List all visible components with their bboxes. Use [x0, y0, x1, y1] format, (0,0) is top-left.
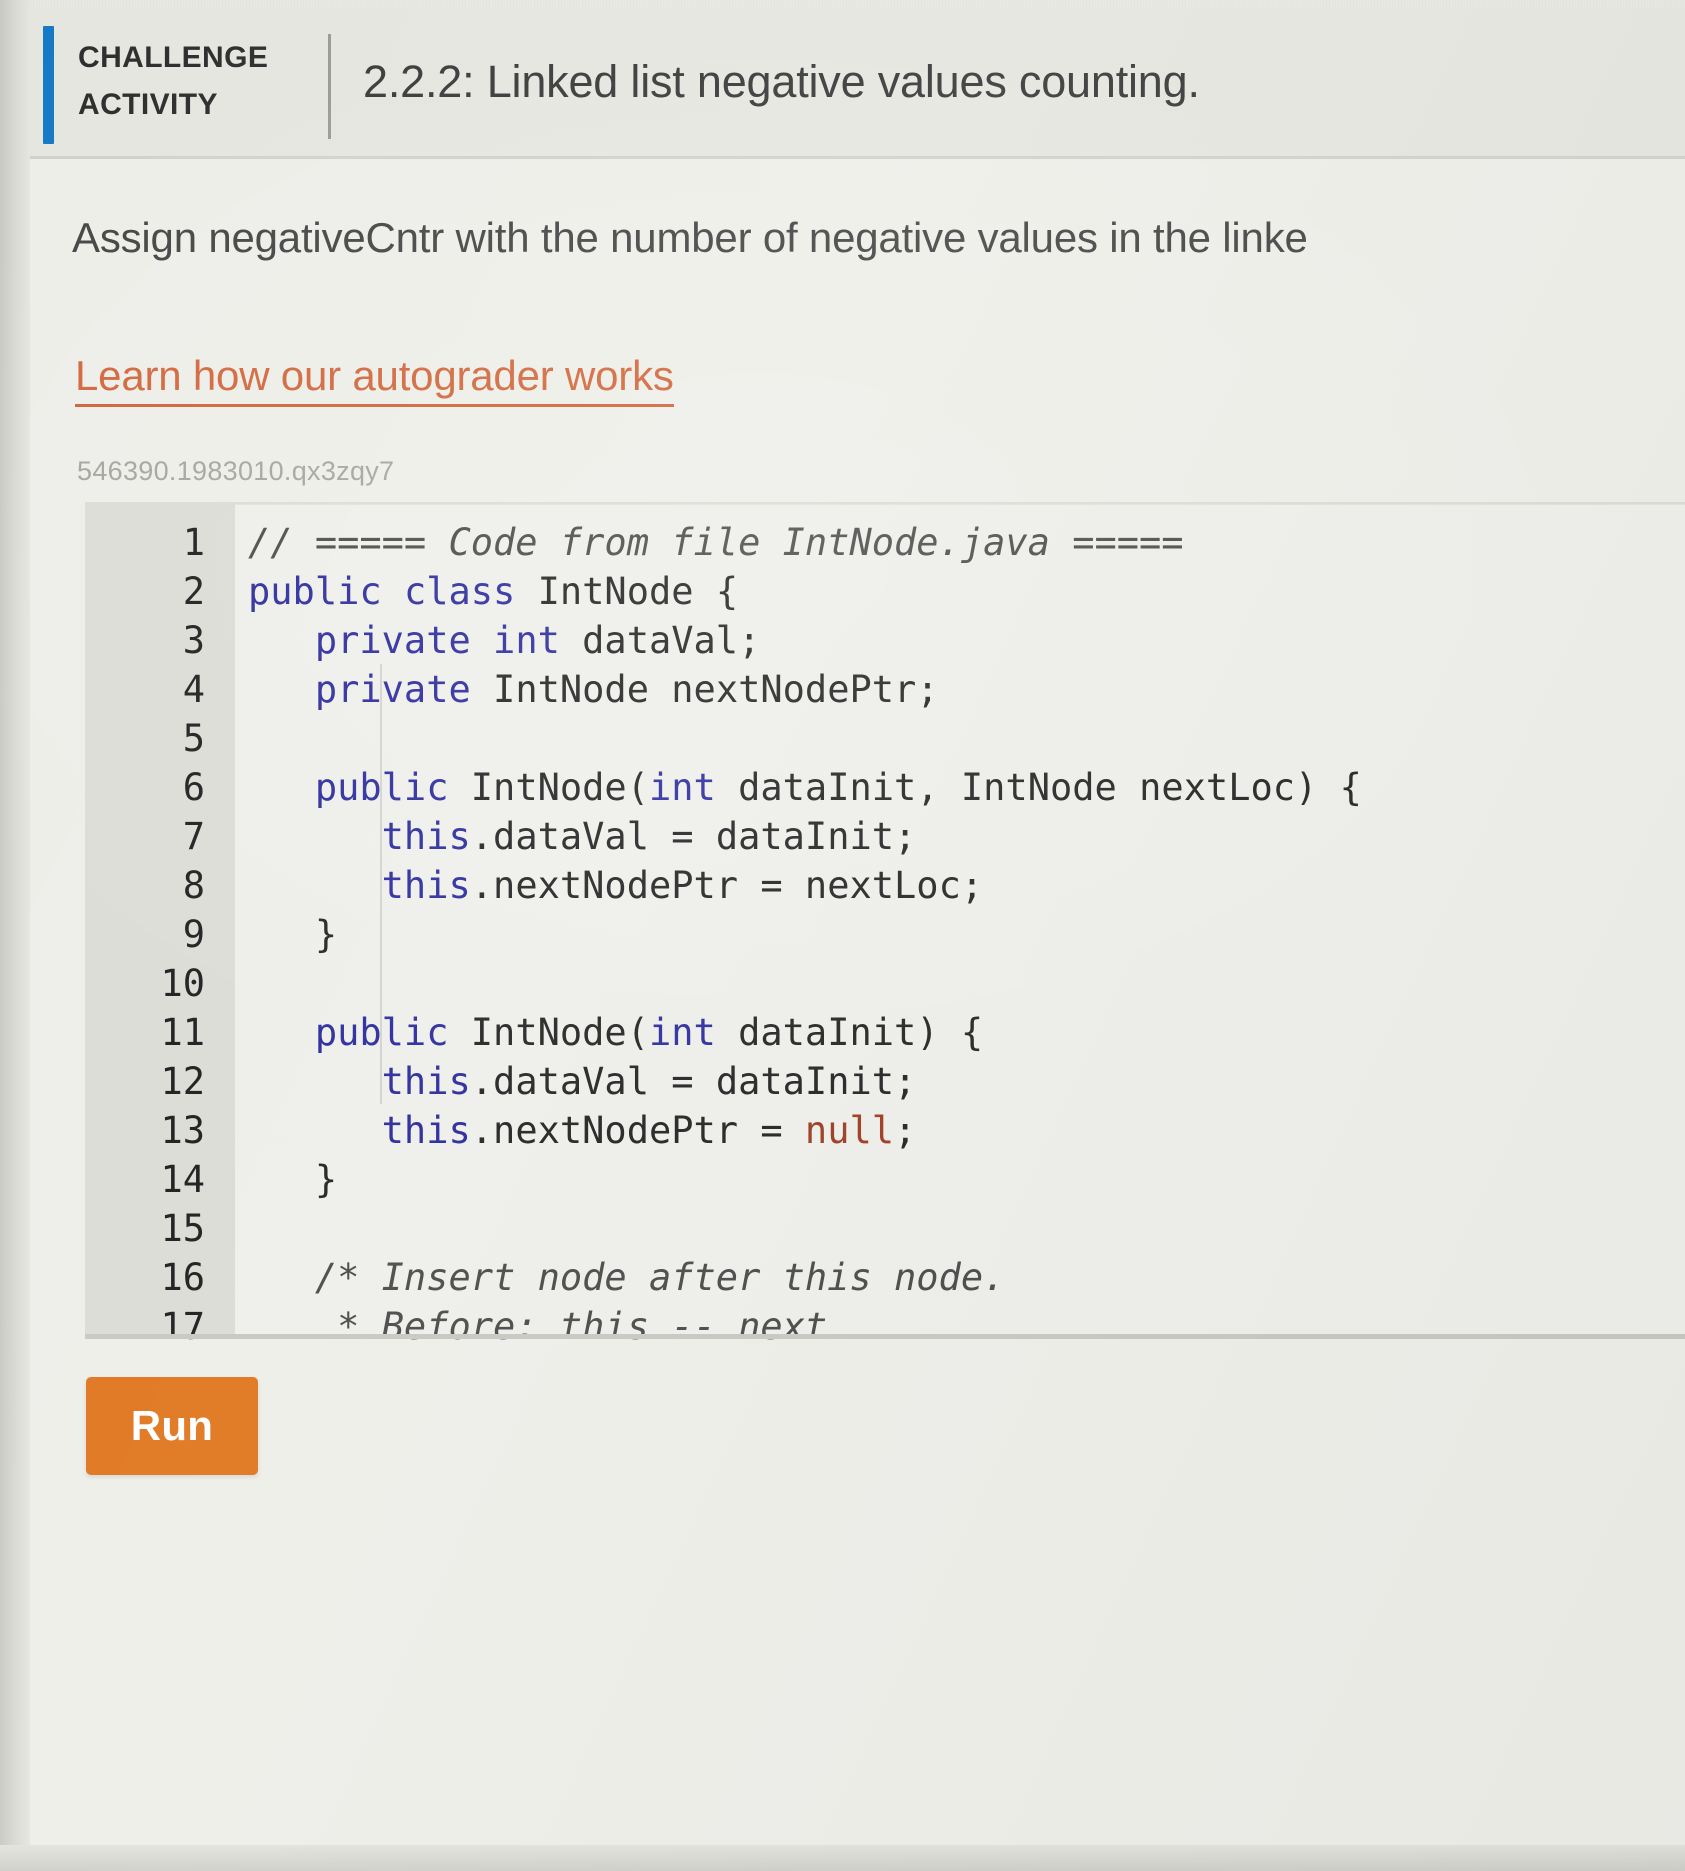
activity-id-label: 546390.1983010.qx3zqy7 [77, 456, 395, 486]
code-line-text[interactable]: /* Insert node after this node. [248, 1253, 1006, 1302]
code-line[interactable]: 13 this.nextNodePtr = null; [85, 1106, 1685, 1155]
editor-bottom-border [85, 1334, 1685, 1339]
code-line-number: 17 [160, 1305, 205, 1348]
activity-header: CHALLENGE ACTIVITY 2.2.2: Linked list ne… [30, 8, 1685, 156]
kicker-line-activity: ACTIVITY [78, 88, 218, 121]
code-line-number: 14 [160, 1158, 205, 1201]
code-line-number: 3 [182, 619, 205, 662]
header-accent-bar [43, 26, 54, 144]
code-line-text[interactable]: private int dataVal; [248, 616, 761, 665]
page-bottom-edge [0, 1845, 1685, 1871]
code-line-number: 2 [182, 570, 205, 613]
code-line-text[interactable]: this.nextNodePtr = null; [248, 1106, 917, 1155]
code-line-text[interactable]: private IntNode nextNodePtr; [248, 665, 939, 714]
code-line[interactable]: 11 public IntNode(int dataInit) { [85, 1008, 1685, 1057]
code-line[interactable]: 3 private int dataVal; [85, 616, 1685, 665]
activity-page: CHALLENGE ACTIVITY 2.2.2: Linked list ne… [0, 0, 1685, 1871]
code-line-text[interactable]: this.nextNodePtr = nextLoc; [248, 861, 983, 910]
code-line[interactable]: 10 [85, 959, 1685, 1008]
code-line[interactable]: 15 [85, 1204, 1685, 1253]
run-button[interactable]: Run [86, 1377, 258, 1475]
code-line-number: 1 [182, 521, 205, 564]
code-line-text[interactable]: public class IntNode { [248, 567, 738, 616]
code-line[interactable]: 8 this.nextNodePtr = nextLoc; [85, 861, 1685, 910]
code-line[interactable]: 1 // ===== Code from file IntNode.java ==… [85, 518, 1685, 567]
code-line-number: 9 [182, 913, 205, 956]
code-line[interactable]: 14 } [85, 1155, 1685, 1204]
code-line-text[interactable]: public IntNode(int dataInit) { [248, 1008, 983, 1057]
code-line-number: 8 [182, 864, 205, 907]
code-line-text[interactable]: // ===== Code from file IntNode.java ===… [248, 518, 1184, 567]
code-line-number: 16 [160, 1256, 205, 1299]
header-divider [328, 34, 331, 139]
code-line-number: 7 [182, 815, 205, 858]
code-line[interactable]: 6 public IntNode(int dataInit, IntNode n… [85, 763, 1685, 812]
code-line[interactable]: 4 private IntNode nextNodePtr; [85, 665, 1685, 714]
code-line-number: 5 [182, 717, 205, 760]
code-line[interactable]: 9 } [85, 910, 1685, 959]
page-title: 2.2.2: Linked list negative values count… [363, 56, 1200, 107]
code-line-text[interactable]: this.dataVal = dataInit; [248, 812, 917, 861]
activity-prompt: Assign negativeCntr with the number of n… [72, 214, 1308, 261]
code-line-text[interactable]: public IntNode(int dataInit, IntNode nex… [248, 763, 1362, 812]
code-line-number: 12 [160, 1060, 205, 1103]
code-line[interactable]: 5 [85, 714, 1685, 763]
code-line-number: 15 [160, 1207, 205, 1250]
editor-code-area[interactable]: 1 // ===== Code from file IntNode.java ==… [85, 504, 1685, 1348]
code-line-number: 10 [160, 962, 205, 1005]
code-line-text[interactable]: } [248, 910, 337, 959]
code-editor[interactable]: 1 // ===== Code from file IntNode.java ==… [85, 502, 1685, 1348]
code-line-number: 11 [160, 1011, 205, 1054]
code-line[interactable]: 17 * Before: this -- next [85, 1302, 1685, 1351]
code-line-text[interactable]: this.dataVal = dataInit; [248, 1057, 917, 1106]
code-line-text[interactable]: * Before: this -- next [248, 1302, 827, 1351]
code-line[interactable]: 2 public class IntNode { [85, 567, 1685, 616]
challenge-activity-kicker: CHALLENGE ACTIVITY [78, 34, 298, 128]
autograder-info-link[interactable]: Learn how our autograder works [75, 352, 674, 407]
kicker-line-challenge: CHALLENGE [78, 41, 269, 74]
page-left-edge [0, 0, 30, 1871]
code-line[interactable]: 12 this.dataVal = dataInit; [85, 1057, 1685, 1106]
code-line-text[interactable]: } [248, 1155, 337, 1204]
code-line-number: 13 [160, 1109, 205, 1152]
code-line-number: 6 [182, 766, 205, 809]
code-line[interactable]: 7 this.dataVal = dataInit; [85, 812, 1685, 861]
code-line[interactable]: 16 /* Insert node after this node. [85, 1253, 1685, 1302]
code-line-number: 4 [182, 668, 205, 711]
activity-content: Assign negativeCntr with the number of n… [30, 159, 1685, 1845]
